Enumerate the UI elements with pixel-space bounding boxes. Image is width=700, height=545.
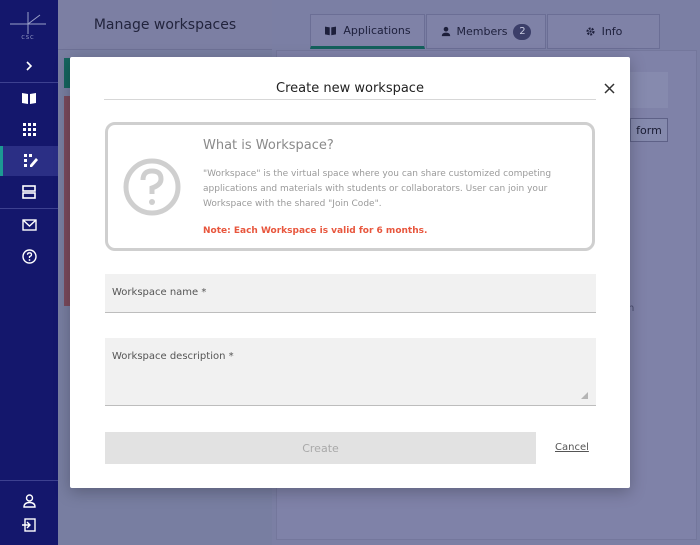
- gear-icon: [586, 27, 595, 36]
- help-icon: [21, 248, 37, 264]
- field-label: Workspace description *: [112, 351, 234, 362]
- workspace-icon: [23, 154, 38, 167]
- sidebar-item-expand[interactable]: [0, 51, 58, 81]
- background-form-button: form: [630, 118, 668, 142]
- tab-label: Applications: [343, 24, 411, 37]
- logo-text: CSC: [21, 35, 35, 41]
- question-circle-icon: [123, 158, 181, 216]
- background-row: [630, 72, 668, 108]
- tab-applications[interactable]: Applications: [310, 14, 425, 49]
- tab-label: Members: [456, 25, 508, 38]
- sidebar: CSC: [0, 0, 58, 545]
- person-icon: [441, 26, 450, 37]
- info-description: "Workspace" is the virtual space where y…: [203, 169, 552, 209]
- workspace-description-field[interactable]: Workspace description *: [105, 338, 596, 406]
- create-button[interactable]: Create: [105, 432, 536, 464]
- sidebar-item-workspaces[interactable]: [0, 146, 58, 176]
- workspace-info-box: What is Workspace? "Workspace" is the vi…: [105, 122, 595, 251]
- close-icon: [603, 82, 615, 94]
- validity-note: Note: Each Workspace is valid for 6 mont…: [203, 226, 428, 236]
- chevron-right-icon: [26, 61, 33, 71]
- book-icon: [325, 26, 337, 36]
- logout-icon: [22, 518, 36, 532]
- panel-header: Manage workspaces: [58, 0, 272, 50]
- workspace-tabs: Applications Members 2 Info: [310, 14, 660, 49]
- mail-icon: [21, 219, 37, 231]
- apps-grid-icon: [22, 122, 36, 136]
- storage-icon: [22, 185, 36, 199]
- dialog-title: Create new workspace: [104, 81, 596, 100]
- cancel-link[interactable]: Cancel: [555, 442, 589, 453]
- tab-label: Info: [601, 25, 623, 38]
- tab-info[interactable]: Info: [547, 14, 660, 49]
- members-count-badge: 2: [513, 23, 532, 40]
- book-icon: [22, 93, 36, 104]
- sidebar-item-applications[interactable]: [0, 83, 58, 113]
- workspace-name-field[interactable]: Workspace name *: [105, 274, 596, 313]
- close-button[interactable]: [598, 77, 620, 99]
- field-label: Workspace name *: [112, 287, 207, 298]
- sidebar-item-apps[interactable]: [0, 114, 58, 144]
- tab-members[interactable]: Members 2: [426, 14, 546, 49]
- sidebar-item-logout[interactable]: [0, 510, 58, 540]
- page-title: Manage workspaces: [93, 16, 237, 33]
- create-workspace-dialog: Create new workspace What is Workspace? …: [70, 57, 630, 488]
- sidebar-item-mail[interactable]: [0, 210, 58, 240]
- sidebar-item-help[interactable]: [0, 241, 58, 271]
- csc-logo: CSC: [8, 12, 48, 46]
- user-icon: [22, 494, 36, 508]
- info-heading: What is Workspace?: [203, 138, 334, 153]
- resize-handle-icon[interactable]: [581, 392, 588, 399]
- sidebar-item-storage[interactable]: [0, 177, 58, 207]
